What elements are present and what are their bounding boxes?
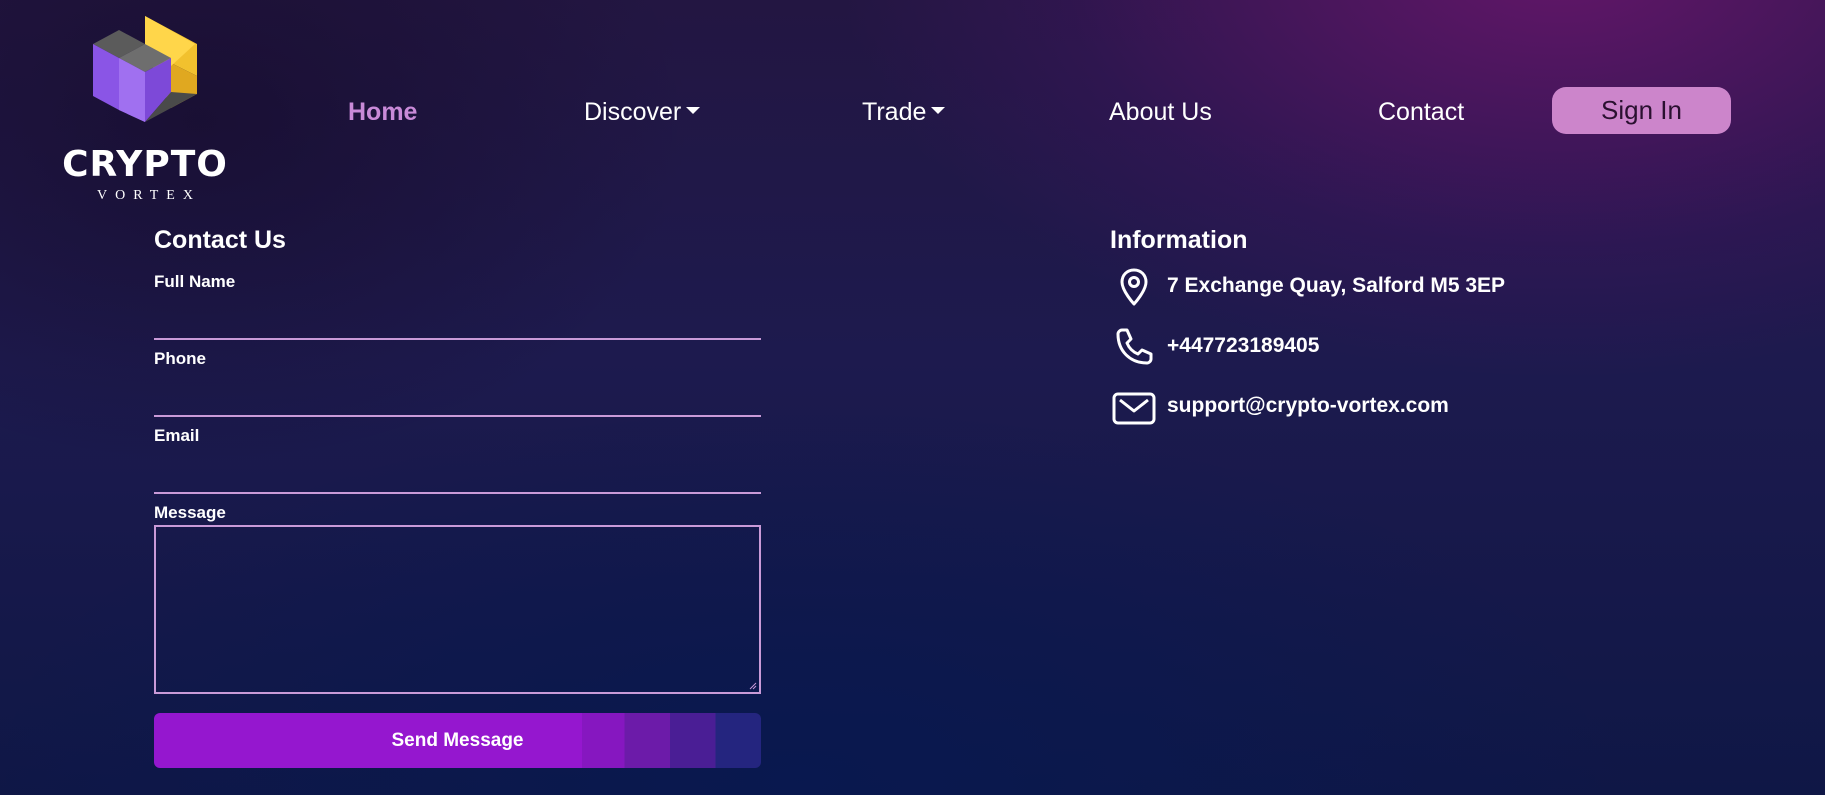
- email-input[interactable]: [154, 462, 761, 494]
- nav-about-us-label: About Us: [1109, 98, 1212, 126]
- message-textarea[interactable]: [154, 525, 761, 694]
- nav-discover-label: Discover: [584, 98, 682, 126]
- nav-trade[interactable]: Trade: [862, 94, 946, 130]
- nav-contact[interactable]: Contact: [1378, 94, 1464, 130]
- information-heading: Information: [1110, 226, 1248, 254]
- contact-us-heading: Contact Us: [154, 226, 286, 254]
- phone-icon: [1116, 328, 1153, 365]
- resize-grip-icon[interactable]: [749, 682, 757, 690]
- nav-contact-label: Contact: [1378, 98, 1465, 126]
- map-pin-icon: [1120, 268, 1148, 306]
- full-name-label: Full Name: [154, 272, 236, 291]
- full-name-input[interactable]: [154, 308, 761, 340]
- caret-down-icon: [686, 106, 701, 114]
- crypto-vortex-logo-icon: [93, 16, 197, 122]
- nav-trade-label: Trade: [862, 98, 927, 126]
- envelope-icon: [1112, 392, 1156, 425]
- nav-discover[interactable]: Discover: [584, 94, 701, 130]
- phone-input[interactable]: [154, 385, 761, 417]
- sign-in-button[interactable]: Sign In: [1552, 87, 1731, 134]
- message-label: Message: [154, 503, 226, 522]
- brand-name: CRYPTO: [62, 144, 228, 185]
- caret-down-icon: [931, 106, 946, 114]
- nav-home[interactable]: Home: [348, 94, 417, 130]
- brand-logo[interactable]: CRYPTO VORTEX: [55, 14, 235, 209]
- nav-home-label: Home: [348, 98, 418, 126]
- brand-tagline: VORTEX: [97, 188, 201, 203]
- phone-label: Phone: [154, 349, 206, 368]
- email-text[interactable]: support@crypto-vortex.com: [1167, 394, 1449, 418]
- nav-about-us[interactable]: About Us: [1109, 94, 1212, 130]
- phone-text[interactable]: +447723189405: [1167, 334, 1319, 358]
- send-message-button[interactable]: Send Message: [154, 713, 761, 768]
- address-text: 7 Exchange Quay, Salford M5 3EP: [1167, 274, 1506, 297]
- email-label: Email: [154, 426, 200, 445]
